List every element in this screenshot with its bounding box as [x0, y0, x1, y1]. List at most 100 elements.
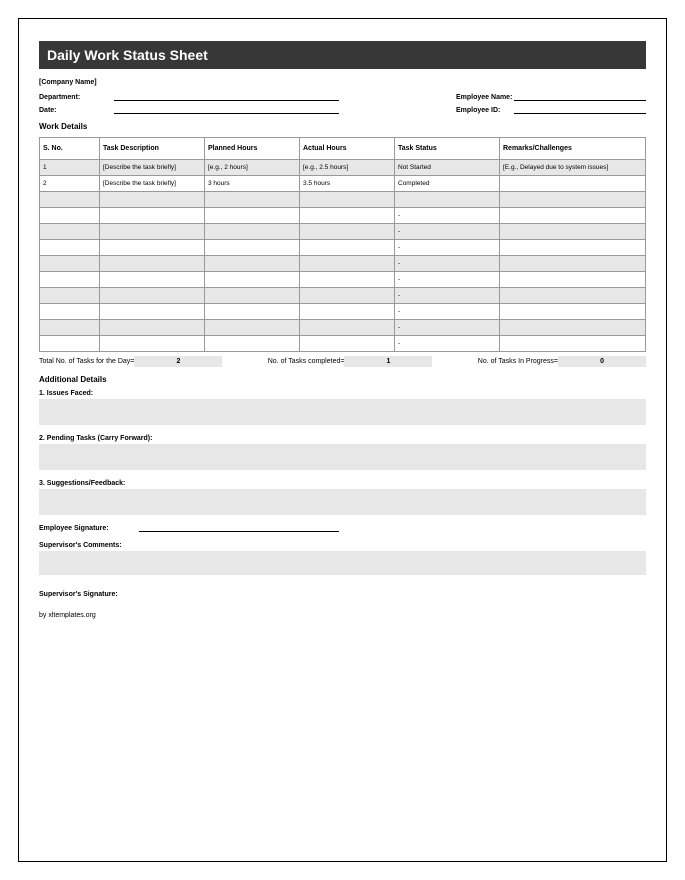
table-cell-planned[interactable] — [205, 272, 300, 288]
totals-row: Total No. of Tasks for the Day= 2 No. of… — [39, 356, 646, 367]
table-cell-sno[interactable] — [40, 240, 100, 256]
supervisor-comments-box[interactable] — [39, 551, 646, 575]
table-cell-actual[interactable] — [300, 336, 395, 352]
table-cell-actual[interactable] — [300, 256, 395, 272]
table-cell-planned[interactable] — [205, 336, 300, 352]
date-input-line[interactable] — [114, 105, 339, 114]
issues-faced-label: 1. Issues Faced: — [39, 390, 646, 397]
table-cell-planned[interactable] — [205, 256, 300, 272]
table-cell-status[interactable]: - — [395, 256, 500, 272]
table-cell-planned[interactable] — [205, 224, 300, 240]
suggestions-box[interactable] — [39, 489, 646, 515]
table-cell-sno[interactable]: 2 — [40, 176, 100, 192]
table-cell-actual[interactable] — [300, 208, 395, 224]
table-cell-planned[interactable] — [205, 288, 300, 304]
header-row-1: Department: Employee Name: — [39, 92, 646, 101]
table-cell-status[interactable]: Not Started — [395, 160, 500, 176]
table-cell-remarks[interactable] — [500, 304, 646, 320]
table-cell-remarks[interactable] — [500, 240, 646, 256]
table-cell-sno[interactable] — [40, 272, 100, 288]
table-cell-sno[interactable] — [40, 304, 100, 320]
work-details-heading: Work Details — [39, 122, 646, 131]
table-cell-remarks[interactable] — [500, 192, 646, 208]
table-cell-status[interactable]: Completed — [395, 176, 500, 192]
table-cell-sno[interactable] — [40, 320, 100, 336]
table-cell-actual[interactable] — [300, 192, 395, 208]
table-cell-planned[interactable] — [205, 320, 300, 336]
table-cell-remarks[interactable] — [500, 208, 646, 224]
table-cell-desc[interactable] — [100, 320, 205, 336]
total-tasks-value: 2 — [134, 356, 222, 367]
employee-id-label: Employee ID: — [456, 107, 514, 114]
table-cell-remarks[interactable]: [E.g., Delayed due to system issues] — [500, 160, 646, 176]
employee-signature-row: Employee Signature: — [39, 523, 646, 532]
table-cell-status[interactable]: - — [395, 320, 500, 336]
table-cell-sno[interactable] — [40, 288, 100, 304]
table-cell-status[interactable]: - — [395, 272, 500, 288]
table-cell-sno[interactable] — [40, 192, 100, 208]
table-cell-actual[interactable]: 3.5 hours — [300, 176, 395, 192]
table-cell-desc[interactable] — [100, 336, 205, 352]
table-cell-desc[interactable] — [100, 240, 205, 256]
table-cell-desc[interactable]: [Describe the task briefly] — [100, 176, 205, 192]
department-input-line[interactable] — [114, 92, 339, 101]
table-cell-actual[interactable] — [300, 240, 395, 256]
table-cell-actual[interactable] — [300, 272, 395, 288]
table-cell-desc[interactable] — [100, 224, 205, 240]
table-cell-status[interactable]: - — [395, 240, 500, 256]
col-desc: Task Description — [100, 138, 205, 160]
table-cell-remarks[interactable] — [500, 256, 646, 272]
table-cell-desc[interactable] — [100, 192, 205, 208]
table-cell-status[interactable]: - — [395, 288, 500, 304]
company-name-placeholder: [Company Name] — [39, 79, 646, 86]
supervisor-signature-label: Supervisor's Signature: — [39, 591, 646, 598]
table-cell-sno[interactable] — [40, 224, 100, 240]
table-cell-desc[interactable]: [Describe the task briefly] — [100, 160, 205, 176]
table-cell-planned[interactable]: [e.g., 2 hours] — [205, 160, 300, 176]
table-cell-actual[interactable] — [300, 224, 395, 240]
table-cell-status[interactable] — [395, 192, 500, 208]
table-cell-planned[interactable] — [205, 192, 300, 208]
table-cell-status[interactable]: - — [395, 224, 500, 240]
table-row — [40, 192, 646, 208]
table-cell-remarks[interactable] — [500, 272, 646, 288]
table-cell-remarks[interactable] — [500, 336, 646, 352]
employee-id-input-line[interactable] — [514, 105, 646, 114]
table-cell-remarks[interactable] — [500, 224, 646, 240]
table-cell-actual[interactable] — [300, 304, 395, 320]
col-actual: Actual Hours — [300, 138, 395, 160]
table-row: - — [40, 288, 646, 304]
table-cell-desc[interactable] — [100, 272, 205, 288]
table-row: - — [40, 336, 646, 352]
table-cell-sno[interactable] — [40, 208, 100, 224]
col-status: Task Status — [395, 138, 500, 160]
table-cell-planned[interactable] — [205, 240, 300, 256]
table-cell-status[interactable]: - — [395, 336, 500, 352]
issues-faced-box[interactable] — [39, 399, 646, 425]
table-cell-planned[interactable] — [205, 208, 300, 224]
table-cell-remarks[interactable] — [500, 320, 646, 336]
table-row: - — [40, 320, 646, 336]
employee-signature-line[interactable] — [139, 523, 339, 532]
table-cell-actual[interactable]: [e.g., 2.5 hours] — [300, 160, 395, 176]
table-cell-status[interactable]: - — [395, 208, 500, 224]
table-cell-sno[interactable] — [40, 336, 100, 352]
table-cell-status[interactable]: - — [395, 304, 500, 320]
table-cell-remarks[interactable] — [500, 288, 646, 304]
table-cell-desc[interactable] — [100, 256, 205, 272]
table-cell-planned[interactable] — [205, 304, 300, 320]
document-page: Daily Work Status Sheet [Company Name] D… — [18, 18, 667, 862]
table-cell-sno[interactable]: 1 — [40, 160, 100, 176]
pending-tasks-box[interactable] — [39, 444, 646, 470]
employee-name-input-line[interactable] — [514, 92, 646, 101]
table-cell-planned[interactable]: 3 hours — [205, 176, 300, 192]
table-cell-desc[interactable] — [100, 208, 205, 224]
table-cell-desc[interactable] — [100, 288, 205, 304]
table-cell-actual[interactable] — [300, 288, 395, 304]
table-cell-sno[interactable] — [40, 256, 100, 272]
table-row: - — [40, 240, 646, 256]
table-row: 2[Describe the task briefly]3 hours3.5 h… — [40, 176, 646, 192]
table-cell-desc[interactable] — [100, 304, 205, 320]
table-cell-remarks[interactable] — [500, 176, 646, 192]
table-cell-actual[interactable] — [300, 320, 395, 336]
